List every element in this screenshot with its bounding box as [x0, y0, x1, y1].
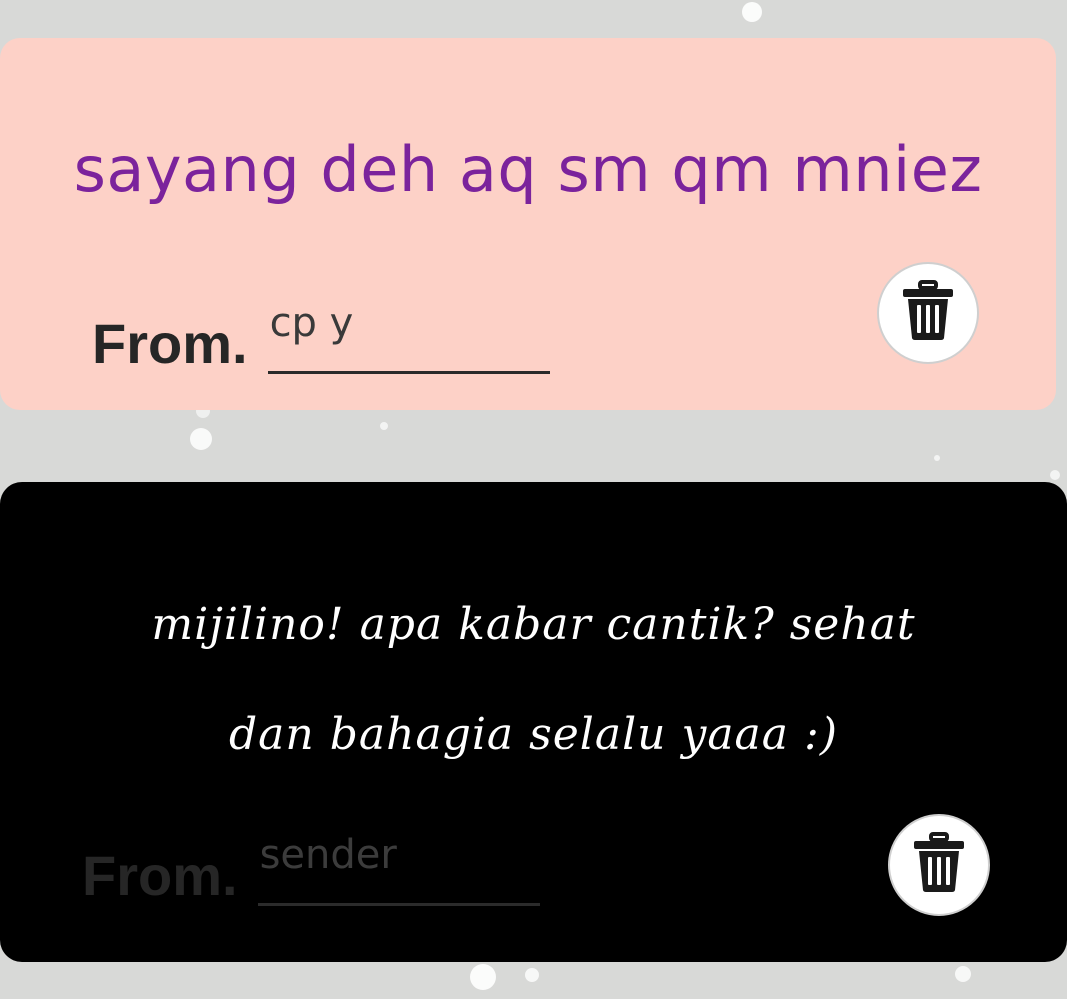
- message-card: sayang deh aq sm qm mniez From. cp y: [0, 38, 1056, 410]
- sparkle: [380, 422, 388, 430]
- delete-button[interactable]: [888, 814, 990, 916]
- from-label: From.: [92, 312, 248, 375]
- sparkle: [742, 2, 762, 22]
- delete-button[interactable]: [877, 262, 979, 364]
- message-card: mijilino! apa kabar cantik? sehat dan ba…: [0, 482, 1067, 962]
- message-line: dan bahagia selalu yaaa :): [229, 709, 838, 760]
- sparkle: [470, 964, 496, 990]
- trash-icon: [900, 279, 956, 348]
- from-row: From. sender: [82, 832, 540, 906]
- message-line: mijilino! apa kabar cantik? sehat: [151, 599, 916, 650]
- sender-field[interactable]: cp y: [267, 300, 550, 374]
- sparkle: [955, 966, 971, 982]
- sparkle: [934, 455, 940, 461]
- message-text: sayang deh aq sm qm mniez: [73, 133, 983, 206]
- sender-value: cp y: [269, 300, 354, 346]
- sparkle: [525, 968, 539, 982]
- sender-field[interactable]: sender: [257, 832, 540, 906]
- sparkle: [1050, 470, 1060, 480]
- from-label: From.: [82, 844, 238, 907]
- from-row: From. cp y: [92, 300, 550, 374]
- sender-placeholder: sender: [259, 832, 397, 878]
- message-text: mijilino! apa kabar cantik? sehat dan ba…: [60, 570, 1007, 790]
- trash-icon: [911, 831, 967, 900]
- sparkle: [190, 428, 212, 450]
